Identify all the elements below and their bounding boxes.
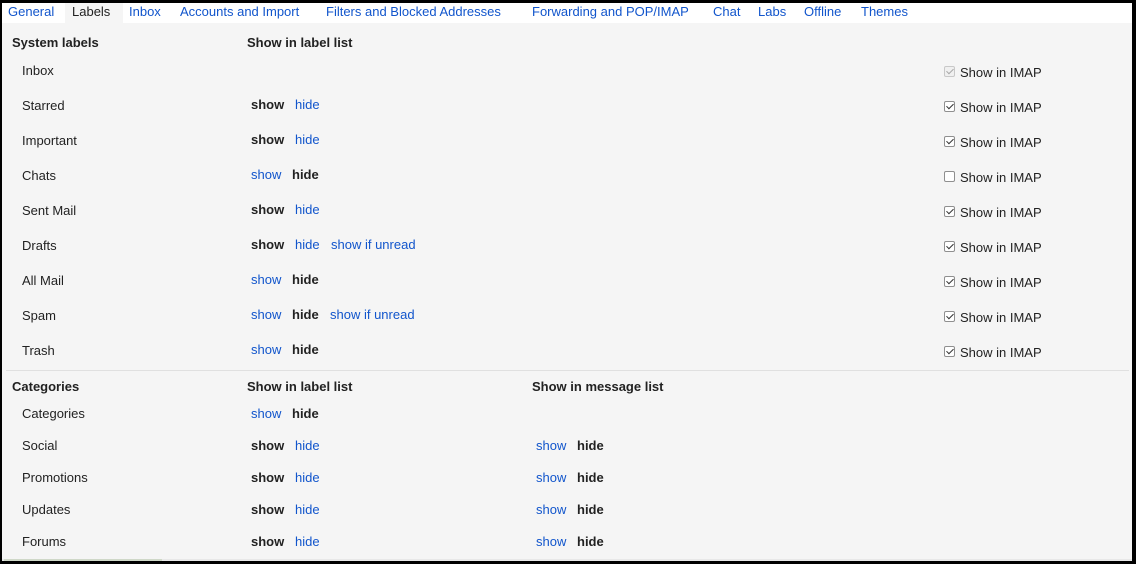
forums-message-hide-option: hide [577, 534, 604, 549]
label-name-drafts: Drafts [22, 238, 57, 253]
social-message-show-link[interactable]: show [536, 438, 566, 453]
settings-tab-bar: General Labels Inbox Accounts and Import… [2, 3, 1132, 23]
tab-general[interactable]: General [8, 4, 54, 19]
section-divider [6, 370, 1129, 371]
spam-show-if-unread-link[interactable]: show if unread [330, 307, 415, 322]
horizontal-scrollbar[interactable] [2, 559, 1132, 561]
all-mail-hide-option: hide [292, 272, 319, 287]
label-name-sent-mail: Sent Mail [22, 203, 77, 218]
system-labels-header: System labels [12, 35, 99, 50]
imap-label-spam: Show in IMAP [960, 310, 1042, 325]
imap-checkbox-important[interactable] [944, 136, 955, 147]
promotions-message-hide-option: hide [577, 470, 604, 485]
important-hide-link[interactable]: hide [295, 132, 320, 147]
updates-label-show-option: show [251, 502, 285, 517]
tab-labels[interactable]: Labels [72, 4, 110, 19]
tab-accounts-and-import[interactable]: Accounts and Import [180, 4, 299, 19]
forums-label-hide-link[interactable]: hide [295, 534, 320, 549]
imap-checkbox-starred[interactable] [944, 101, 955, 112]
imap-checkbox-drafts[interactable] [944, 241, 955, 252]
important-show-option: show [251, 132, 285, 147]
promotions-label-hide-link[interactable]: hide [295, 470, 320, 485]
forums-label-show-option: show [251, 534, 285, 549]
drafts-hide-link[interactable]: hide [295, 237, 320, 252]
category-name-social: Social [22, 438, 58, 453]
category-name-updates: Updates [22, 502, 71, 517]
chats-hide-option: hide [292, 167, 319, 182]
tab-labs[interactable]: Labs [758, 4, 786, 19]
imap-checkbox-chats[interactable] [944, 171, 955, 182]
social-message-hide-option: hide [577, 438, 604, 453]
promotions-message-show-link[interactable]: show [536, 470, 566, 485]
trash-show-link[interactable]: show [251, 342, 281, 357]
tab-inbox[interactable]: Inbox [129, 4, 161, 19]
sent-mail-hide-link[interactable]: hide [295, 202, 320, 217]
category-name-categories: Categories [22, 406, 85, 421]
imap-label-drafts: Show in IMAP [960, 240, 1042, 255]
tab-filters-and-blocked-addresses[interactable]: Filters and Blocked Addresses [326, 4, 501, 19]
tab-chat[interactable]: Chat [713, 4, 740, 19]
imap-checkbox-trash[interactable] [944, 346, 955, 357]
label-name-trash: Trash [22, 343, 55, 358]
sent-mail-show-option: show [251, 202, 285, 217]
label-name-important: Important [22, 133, 77, 148]
label-name-all-mail: All Mail [22, 273, 64, 288]
updates-message-show-link[interactable]: show [536, 502, 566, 517]
social-label-show-option: show [251, 438, 285, 453]
label-name-starred: Starred [22, 98, 65, 113]
imap-label-sent-mail: Show in IMAP [960, 205, 1042, 220]
imap-checkbox-inbox [944, 66, 955, 77]
categories-message-list-column-header: Show in message list [532, 379, 664, 394]
starred-hide-link[interactable]: hide [295, 97, 320, 112]
drafts-show-option: show [251, 237, 285, 252]
imap-label-inbox: Show in IMAP [960, 65, 1042, 80]
category-name-promotions: Promotions [22, 470, 88, 485]
spam-hide-option: hide [292, 307, 319, 322]
drafts-show-if-unread-link[interactable]: show if unread [331, 237, 416, 252]
imap-label-starred: Show in IMAP [960, 100, 1042, 115]
categories-show-link[interactable]: show [251, 406, 281, 421]
category-name-forums: Forums [22, 534, 67, 549]
imap-checkbox-sent-mail[interactable] [944, 206, 955, 217]
updates-label-hide-link[interactable]: hide [295, 502, 320, 517]
imap-label-important: Show in IMAP [960, 135, 1042, 150]
trash-hide-option: hide [292, 342, 319, 357]
forums-message-show-link[interactable]: show [536, 534, 566, 549]
social-label-hide-link[interactable]: hide [295, 438, 320, 453]
updates-message-hide-option: hide [577, 502, 604, 517]
spam-show-link[interactable]: show [251, 307, 281, 322]
chats-show-link[interactable]: show [251, 167, 281, 182]
categories-hide-option: hide [292, 406, 319, 421]
label-name-spam: Spam [22, 308, 56, 323]
scrollbar-thumb[interactable] [4, 559, 162, 561]
system-label-list-column-header: Show in label list [247, 35, 353, 50]
settings-panel: General Labels Inbox Accounts and Import… [2, 3, 1132, 561]
label-name-inbox: Inbox [22, 63, 54, 78]
promotions-label-show-option: show [251, 470, 285, 485]
all-mail-show-link[interactable]: show [251, 272, 281, 287]
categories-header: Categories [12, 379, 80, 394]
tab-forwarding-pop-imap[interactable]: Forwarding and POP/IMAP [532, 4, 689, 19]
tab-offline[interactable]: Offline [804, 4, 841, 19]
tab-themes[interactable]: Themes [861, 4, 908, 19]
categories-label-list-column-header: Show in label list [247, 379, 353, 394]
imap-label-all-mail: Show in IMAP [960, 275, 1042, 290]
imap-label-chats: Show in IMAP [960, 170, 1042, 185]
starred-show-option: show [251, 97, 285, 112]
imap-checkbox-spam[interactable] [944, 311, 955, 322]
imap-checkbox-all-mail[interactable] [944, 276, 955, 287]
label-name-chats: Chats [22, 168, 56, 183]
imap-label-trash: Show in IMAP [960, 345, 1042, 360]
